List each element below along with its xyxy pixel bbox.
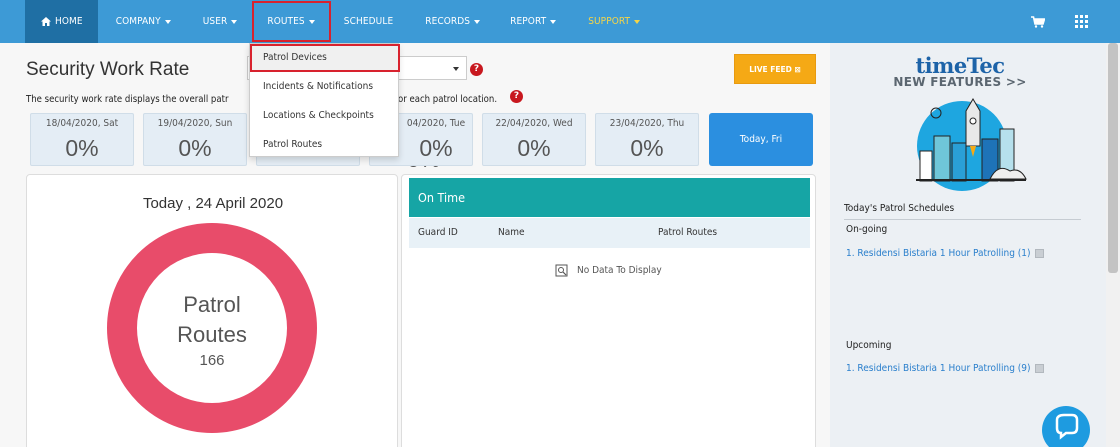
chevron-down-icon [164,19,171,24]
apps-grid-icon[interactable] [1075,15,1088,28]
day-card-rate: 0% [65,135,99,161]
day-card[interactable]: 19/04/2020, Sun 0% [143,113,247,166]
nav-schedule[interactable]: SCHEDULE [332,0,407,43]
empty-data-icon [555,264,568,277]
nav-company-label: COMPANY [115,16,161,27]
summary-panel: Today , 24 April 2020 Patrol Routes 166 [26,174,398,447]
ontime-header: On Time [409,178,810,217]
chat-bubble-icon [1055,413,1079,440]
day-card[interactable]: 22/04/2020, Wed 0% [482,113,586,166]
nav-company[interactable]: COMPANY [98,0,185,43]
nav-support[interactable]: SUPPORT [570,0,654,43]
help-icon[interactable]: ? [510,90,523,103]
schedules-title: Today's Patrol Schedules [844,203,1081,220]
help-icon[interactable]: ? [470,63,483,76]
page-description-end: or each patrol location. [398,94,498,105]
nav-user[interactable]: USER [185,0,252,43]
features-illustration [916,98,1027,191]
donut-label: Patrol Routes 166 [107,290,317,369]
nav-report-label: REPORT [510,16,547,27]
nav-records[interactable]: RECORDS [407,0,494,43]
main-content: Security Work Rate ? The security work r… [0,43,830,447]
nav-report[interactable]: REPORT [494,0,570,43]
upcoming-schedule-text: 1. Residensi Bistaria 1 Hour Patrolling … [846,363,1031,374]
col-guard-id[interactable]: Guard ID [418,227,458,238]
menu-item-incidents-notifications[interactable]: Incidents & Notifications [250,73,400,101]
day-card-date: 19/04/2020, Sun [157,118,233,129]
upcoming-label: Upcoming [846,340,892,351]
ontime-table-header: Guard ID Name Patrol Routes [409,218,810,248]
right-sidebar: timeTec NEW FEATURES >> Today's Patrol S… [830,43,1106,447]
ongoing-schedule-link[interactable]: 1. Residensi Bistaria 1 Hour Patrolling … [846,248,1044,259]
nav-support-label: SUPPORT [588,16,631,27]
donut-title-line1: Patrol [183,292,241,317]
page-title: Security Work Rate [26,59,190,80]
nav-home-label: HOME [55,16,83,27]
top-navbar: HOME COMPANY USER ROUTES SCHEDULE RECORD… [0,0,1120,43]
chevron-down-icon [453,67,459,71]
external-link-icon [1034,364,1044,373]
live-feed-label: LIVE FEED [749,65,792,74]
external-link-icon [1034,249,1044,258]
donut-title-line2: Routes [177,322,247,347]
new-features-link: NEW FEATURES >> [893,75,1027,89]
chevron-down-icon [474,19,481,24]
nav-user-label: USER [202,16,228,27]
nav-routes[interactable]: ROUTES [251,0,331,43]
chat-button[interactable] [1042,406,1090,447]
day-card-rate: 0% [178,135,212,161]
cart-icon[interactable] [1031,15,1045,28]
menu-item-locations-checkpoints[interactable]: Locations & Checkpoints [250,102,400,130]
day-card[interactable]: 23/04/2020, Thu 0% [595,113,699,166]
nav-right-tools [1031,0,1120,43]
no-data-message: No Data To Display [555,264,662,277]
chevron-down-icon [231,19,238,24]
day-card-rate: 0% [630,135,664,161]
nav-home[interactable]: HOME [25,0,98,43]
day-card[interactable]: 18/04/2020, Sat 0% [30,113,134,166]
col-name[interactable]: Name [498,227,525,238]
chevron-down-icon [308,19,315,24]
day-card-date: 18/04/2020, Sat [45,118,119,129]
chevron-down-icon [550,19,557,24]
chevron-down-icon [634,19,641,24]
home-icon [41,17,51,26]
nav-routes-label: ROUTES [267,16,305,27]
ontime-panel: On Time Guard ID Name Patrol Routes No D… [401,174,816,447]
ongoing-schedule-text: 1. Residensi Bistaria 1 Hour Patrolling … [846,248,1031,259]
menu-item-patrol-devices[interactable]: Patrol Devices [250,44,400,72]
scroll-thumb[interactable] [1108,43,1118,273]
live-feed-button[interactable]: LIVE FEED ⊠ [734,54,816,84]
timetec-banner[interactable]: timeTec NEW FEATURES >> [830,53,1090,89]
nav-schedule-label: SCHEDULE [343,16,394,27]
donut-value: 166 [199,352,225,369]
menu-item-patrol-routes[interactable]: Patrol Routes [250,131,400,159]
day-card-date: 23/04/2020, Thu [609,118,685,129]
today-card-label: Today, Fri [739,134,783,145]
today-date: Today , 24 April 2020 [142,195,284,212]
no-data-text: No Data To Display [577,265,662,276]
nav-records-label: RECORDS [425,16,471,27]
day-card-date: 22/04/2020, Wed [495,118,573,129]
page-scrollbar[interactable] [1106,43,1120,447]
upcoming-schedule-link[interactable]: 1. Residensi Bistaria 1 Hour Patrolling … [846,363,1044,374]
routes-dropdown-menu: Patrol Devices Incidents & Notifications… [249,43,400,159]
ongoing-label: On-going [846,224,888,235]
col-patrol-routes[interactable]: Patrol Routes [658,227,717,238]
day-card-rate: 0% [517,135,551,161]
today-card[interactable]: Today, Fri [709,113,813,166]
